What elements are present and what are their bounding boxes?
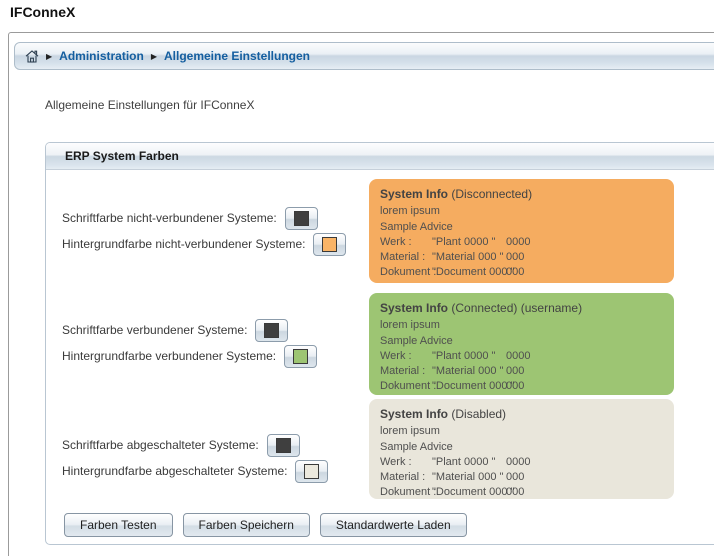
breadcrumb-item-allgemeine-einstellungen[interactable]: Allgemeine Einstellungen: [164, 49, 310, 63]
field-number: 000: [506, 364, 663, 379]
breadcrumb-item-administration[interactable]: Administration: [59, 49, 144, 63]
color-swatch: [294, 211, 309, 226]
field-value: "Plant 0000 ": [432, 349, 506, 364]
preview-field-werk: Werk : "Plant 0000 " 0000: [380, 235, 663, 250]
field-value: "Document 000 ": [432, 485, 506, 500]
preview-field-dokument: Dokument : "Document 000 " 000: [380, 485, 663, 500]
color-swatch: [293, 349, 308, 364]
color-swatch-button[interactable]: [295, 460, 328, 483]
color-swatch: [276, 438, 291, 453]
field-label: Dokument :: [380, 485, 432, 500]
field-number: 0000: [506, 455, 663, 470]
field-value: "Plant 0000 ": [432, 455, 506, 470]
action-button-row: Farben Testen Farben Speichern Standardw…: [64, 513, 467, 537]
field-label: Werk :: [380, 235, 432, 250]
erp-system-farben-groupbox: ERP System Farben Schriftfarbe nicht-ver…: [45, 142, 714, 545]
preview-line: lorem ipsum: [380, 423, 663, 439]
preview-disconnected: System Info (Disconnected) lorem ipsum S…: [369, 179, 674, 283]
color-swatch-button[interactable]: [284, 345, 317, 368]
preview-line: Sample Advice: [380, 219, 663, 235]
field-label: Material :: [380, 470, 432, 485]
color-row-label: Hintergrundfarbe nicht-verbundener Syste…: [62, 237, 305, 251]
field-label: Dokument :: [380, 379, 432, 394]
preview-field-material: Material : "Material 000 " 000: [380, 250, 663, 265]
field-number: 000: [506, 250, 663, 265]
color-swatch: [264, 323, 279, 338]
preview-title: System Info: [380, 187, 448, 201]
preview-line: Sample Advice: [380, 439, 663, 455]
preview-title: System Info: [380, 301, 448, 315]
color-swatch: [304, 464, 319, 479]
farben-testen-button[interactable]: Farben Testen: [64, 513, 173, 537]
preview-line: lorem ipsum: [380, 203, 663, 219]
color-swatch: [322, 237, 337, 252]
color-row-label: Schriftfarbe verbundener Systeme:: [62, 323, 247, 337]
color-row-font-connected: Schriftfarbe verbundener Systeme:: [62, 317, 288, 343]
preview-field-dokument: Dokument : "Document 000 " 000: [380, 379, 663, 394]
preview-status: (Connected) (username): [451, 301, 582, 315]
color-swatch-button[interactable]: [267, 434, 300, 457]
intro-text: Allgemeine Einstellungen für IFConneX: [45, 98, 254, 112]
field-label: Werk :: [380, 349, 432, 364]
preview-line: lorem ipsum: [380, 317, 663, 333]
page-title: IFConneX: [10, 4, 75, 20]
preview-title: System Info: [380, 407, 448, 421]
preview-field-material: Material : "Material 000 " 000: [380, 364, 663, 379]
color-row-font-disconnected: Schriftfarbe nicht-verbundener Systeme:: [62, 205, 318, 231]
field-number: 000: [506, 379, 663, 394]
preview-field-werk: Werk : "Plant 0000 " 0000: [380, 349, 663, 364]
standardwerte-laden-button[interactable]: Standardwerte Laden: [320, 513, 467, 537]
groupbox-title: ERP System Farben: [65, 149, 179, 163]
groupbox-header: ERP System Farben: [46, 143, 714, 170]
field-value: "Material 000 ": [432, 470, 506, 485]
preview-status: (Disconnected): [451, 187, 532, 201]
field-number: 000: [506, 470, 663, 485]
field-value: "Plant 0000 ": [432, 235, 506, 250]
color-swatch-button[interactable]: [313, 233, 346, 256]
color-swatch-button[interactable]: [255, 319, 288, 342]
preview-title-line: System Info (Disconnected): [380, 186, 663, 203]
chevron-right-icon: ▶: [151, 52, 157, 61]
preview-status: (Disabled): [451, 407, 506, 421]
app-window: IFConneX ▶ Administration ▶ Allgemeine E…: [0, 0, 714, 556]
color-row-bg-disabled: Hintergrundfarbe abgeschalteter Systeme:: [62, 458, 328, 484]
color-row-bg-connected: Hintergrundfarbe verbundener Systeme:: [62, 343, 317, 369]
field-label: Material :: [380, 364, 432, 379]
color-row-label: Hintergrundfarbe abgeschalteter Systeme:: [62, 464, 287, 478]
field-label: Material :: [380, 250, 432, 265]
color-row-font-disabled: Schriftfarbe abgeschalteter Systeme:: [62, 432, 300, 458]
field-label: Werk :: [380, 455, 432, 470]
field-value: "Material 000 ": [432, 364, 506, 379]
chevron-right-icon: ▶: [46, 52, 52, 61]
preview-line: Sample Advice: [380, 333, 663, 349]
field-number: 0000: [506, 349, 663, 364]
field-number: 0000: [506, 235, 663, 250]
color-row-bg-disconnected: Hintergrundfarbe nicht-verbundener Syste…: [62, 231, 346, 257]
preview-title-line: System Info (Connected) (username): [380, 300, 663, 317]
preview-field-material: Material : "Material 000 " 000: [380, 470, 663, 485]
field-value: "Document 000 ": [432, 379, 506, 394]
field-label: Dokument :: [380, 265, 432, 280]
preview-field-werk: Werk : "Plant 0000 " 0000: [380, 455, 663, 470]
preview-connected: System Info (Connected) (username) lorem…: [369, 293, 674, 395]
preview-title-line: System Info (Disabled): [380, 406, 663, 423]
breadcrumb: ▶ Administration ▶ Allgemeine Einstellun…: [14, 42, 714, 70]
color-swatch-button[interactable]: [285, 207, 318, 230]
field-value: "Document 000 ": [432, 265, 506, 280]
preview-field-dokument: Dokument : "Document 000 " 000: [380, 265, 663, 280]
field-value: "Material 000 ": [432, 250, 506, 265]
color-row-label: Schriftfarbe nicht-verbundener Systeme:: [62, 211, 277, 225]
color-row-label: Hintergrundfarbe verbundener Systeme:: [62, 349, 276, 363]
home-icon[interactable]: [25, 50, 39, 63]
farben-speichern-button[interactable]: Farben Speichern: [183, 513, 310, 537]
field-number: 000: [506, 265, 663, 280]
field-number: 000: [506, 485, 663, 500]
color-row-label: Schriftfarbe abgeschalteter Systeme:: [62, 438, 259, 452]
preview-disabled: System Info (Disabled) lorem ipsum Sampl…: [369, 399, 674, 499]
